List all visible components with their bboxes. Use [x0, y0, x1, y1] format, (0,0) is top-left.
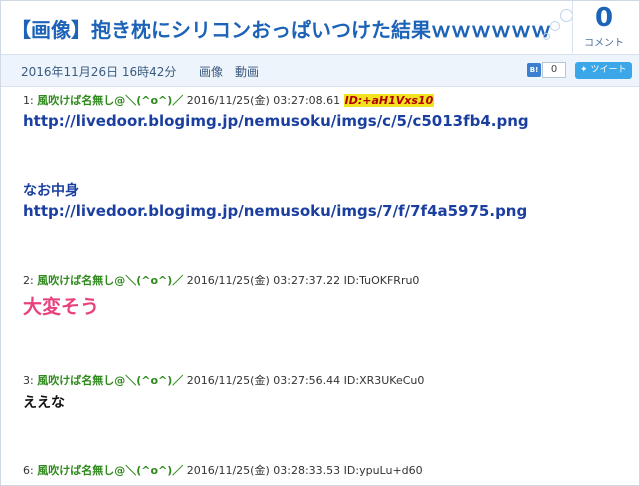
category-link-video[interactable]: 動画: [235, 63, 259, 80]
post-text: 大変そう: [23, 296, 100, 318]
poster-id: ID:TuOKFRru0: [343, 274, 420, 287]
post-date: 2016年11月26日 16時42分: [21, 65, 177, 79]
comment-count-box[interactable]: 0 コメント: [572, 1, 635, 53]
post-datetime: 2016/11/25(金) 03:28:33.53: [186, 464, 341, 477]
post-number: 2:: [23, 274, 34, 287]
poster-id: ID:ypuLu+d60: [343, 464, 423, 477]
post-datetime: 2016/11/25(金) 03:27:08.61: [186, 94, 341, 107]
poster-id: ID:XR3UKeCu0: [343, 374, 425, 387]
category-link-image[interactable]: 画像: [199, 63, 223, 80]
thread-content: 1: 風吹けば名無し@＼(^o^)／ 2016/11/25(金) 03:27:0…: [1, 87, 639, 485]
poster-name: 風吹けば名無し@＼(^o^)／: [37, 94, 184, 107]
hatena-bookmark-icon[interactable]: B!: [527, 63, 541, 77]
post-header: 6: 風吹けば名無し@＼(^o^)／ 2016/11/25(金) 03:28:3…: [23, 462, 423, 478]
image-link[interactable]: http://livedoor.blogimg.jp/nemusoku/imgs…: [23, 112, 529, 130]
tweet-label: ツイート: [590, 65, 627, 75]
post-text: ええな: [23, 395, 65, 411]
poster-name: 風吹けば名無し@＼(^o^)／: [37, 374, 184, 387]
article-title[interactable]: 【画像】抱き枕にシリコンおっぱいつけた結果ｗｗｗｗｗｗ: [11, 14, 551, 43]
post-number: 3:: [23, 374, 34, 387]
comment-label: コメント: [584, 38, 624, 49]
post-header: 1: 風吹けば名無し@＼(^o^)／ 2016/11/25(金) 03:27:0…: [23, 92, 435, 108]
tweet-button[interactable]: ✦ ツイート: [575, 62, 632, 79]
post-number: 1:: [23, 94, 34, 107]
image-link[interactable]: http://livedoor.blogimg.jp/nemusoku/imgs…: [23, 202, 527, 220]
article-header: 【画像】抱き枕にシリコンおっぱいつけた結果ｗｗｗｗｗｗ 0 コメント: [1, 1, 639, 55]
post-header: 3: 風吹けば名無し@＼(^o^)／ 2016/11/25(金) 03:27:5…: [23, 372, 424, 388]
comment-count: 0: [594, 3, 614, 33]
post-header: 2: 風吹けば名無し@＼(^o^)／ 2016/11/25(金) 03:27:3…: [23, 272, 419, 288]
post-datetime: 2016/11/25(金) 03:27:37.22: [186, 274, 341, 287]
article-page: 【画像】抱き枕にシリコンおっぱいつけた結果ｗｗｗｗｗｗ 0 コメント 2016年…: [0, 0, 640, 486]
poster-name: 風吹けば名無し@＼(^o^)／: [37, 464, 184, 477]
hatena-bookmark-count: 0: [542, 62, 566, 78]
meta-bar: 2016年11月26日 16時42分 画像 動画 B! 0 ✦ ツイート: [1, 55, 639, 87]
post-text: なお中身: [23, 183, 79, 199]
post-datetime: 2016/11/25(金) 03:27:56.44: [186, 374, 341, 387]
poster-name: 風吹けば名無し@＼(^o^)／: [37, 274, 184, 287]
twitter-bird-icon: ✦: [580, 65, 588, 75]
post-number: 6:: [23, 464, 34, 477]
poster-id: ID:+aH1Vxs10: [343, 94, 435, 107]
